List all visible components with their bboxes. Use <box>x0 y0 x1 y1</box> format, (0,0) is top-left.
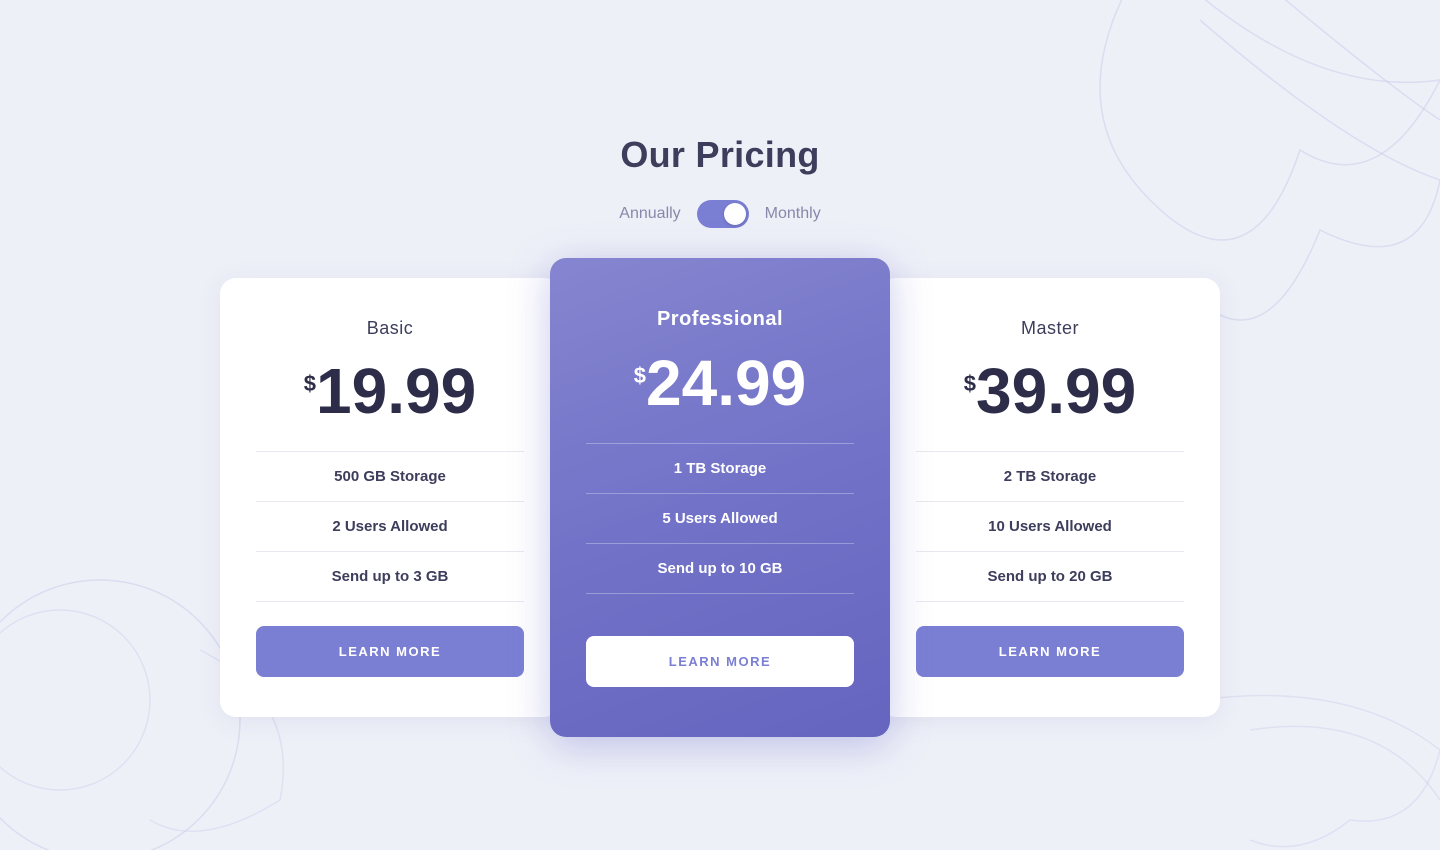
page-title: Our Pricing <box>620 134 819 176</box>
basic-price-row: $ 19.99 <box>304 359 476 423</box>
basic-feature-2: 2 Users Allowed <box>256 502 524 551</box>
master-plan-card: Master $ 39.99 2 TB Storage 10 Users All… <box>880 278 1220 717</box>
billing-toggle[interactable] <box>697 200 749 228</box>
basic-price: 19.99 <box>316 359 476 423</box>
master-price: 39.99 <box>976 359 1136 423</box>
toggle-track <box>697 200 749 228</box>
professional-price: 24.99 <box>646 351 806 415</box>
basic-plan-name: Basic <box>367 318 414 339</box>
professional-price-row: $ 24.99 <box>634 351 806 415</box>
basic-divider-4 <box>256 601 524 602</box>
professional-feature-2: 5 Users Allowed <box>586 494 854 543</box>
basic-cta-button[interactable]: LEARN MORE <box>256 626 524 677</box>
master-feature-1: 2 TB Storage <box>916 452 1184 501</box>
pricing-cards: Basic $ 19.99 500 GB Storage 2 Users All… <box>220 278 1220 717</box>
professional-currency: $ <box>634 363 646 389</box>
main-content: Our Pricing Annually Monthly Basic $ 19.… <box>0 134 1440 717</box>
basic-plan-card: Basic $ 19.99 500 GB Storage 2 Users All… <box>220 278 560 717</box>
master-features: 2 TB Storage 10 Users Allowed Send up to… <box>916 451 1184 602</box>
master-cta-button[interactable]: LEARN MORE <box>916 626 1184 677</box>
professional-features: 1 TB Storage 5 Users Allowed Send up to … <box>586 443 854 612</box>
professional-feature-1: 1 TB Storage <box>586 444 854 493</box>
professional-plan-card: Professional $ 24.99 1 TB Storage 5 User… <box>550 258 890 737</box>
professional-plan-name: Professional <box>657 308 783 331</box>
billing-toggle-container: Annually Monthly <box>619 200 820 228</box>
master-feature-2: 10 Users Allowed <box>916 502 1184 551</box>
professional-feature-3: Send up to 10 GB <box>586 544 854 593</box>
master-plan-name: Master <box>1021 318 1079 339</box>
professional-cta-button[interactable]: LEARN MORE <box>586 636 854 687</box>
master-divider-4 <box>916 601 1184 602</box>
master-currency: $ <box>964 371 976 397</box>
basic-features: 500 GB Storage 2 Users Allowed Send up t… <box>256 451 524 602</box>
professional-divider-4 <box>586 593 854 594</box>
monthly-label: Monthly <box>765 205 821 223</box>
toggle-thumb <box>724 203 746 225</box>
master-feature-3: Send up to 20 GB <box>916 552 1184 601</box>
basic-currency: $ <box>304 371 316 397</box>
basic-feature-1: 500 GB Storage <box>256 452 524 501</box>
basic-feature-3: Send up to 3 GB <box>256 552 524 601</box>
master-price-row: $ 39.99 <box>964 359 1136 423</box>
annually-label: Annually <box>619 205 680 223</box>
